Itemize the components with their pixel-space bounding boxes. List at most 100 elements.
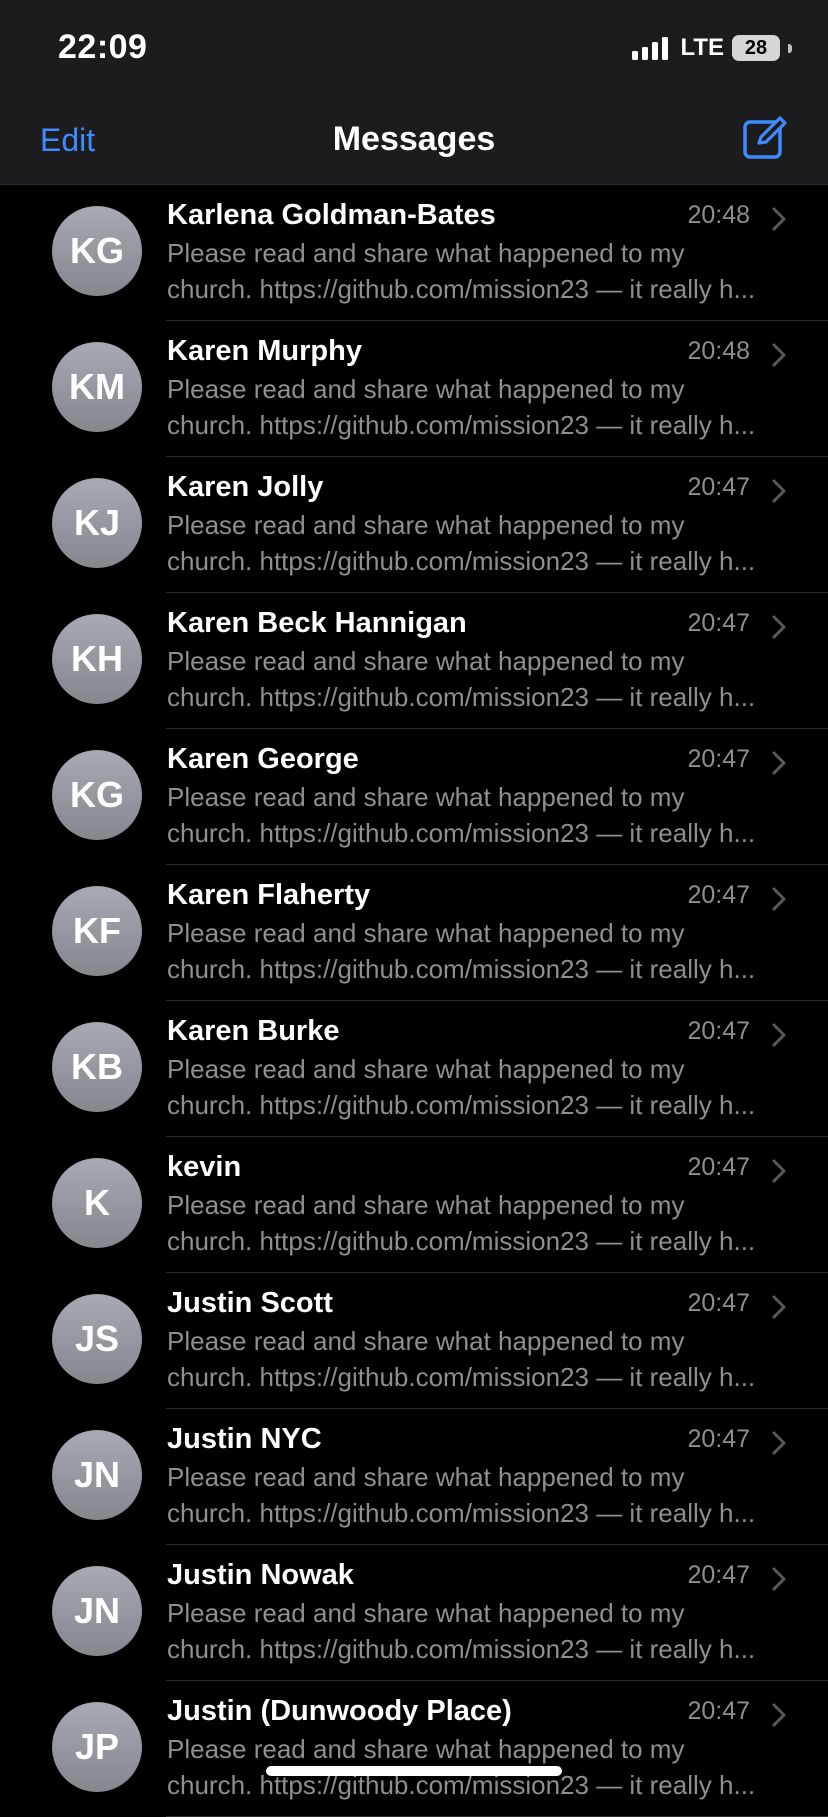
avatar: KF	[52, 886, 142, 976]
conversation-row[interactable]: KG Karen George 20:47 Please read and share…	[0, 729, 828, 865]
preview-line: Please read and share what happened to m…	[167, 238, 685, 268]
chevron-right-icon	[772, 887, 786, 911]
chevron-right-icon	[772, 479, 786, 503]
avatar: KM	[52, 342, 142, 432]
preview-line: church. https://github.com/mission23 — i…	[167, 1634, 756, 1664]
conversation-row[interactable]: KJ Karen Jolly 20:47 Please read and share …	[0, 457, 828, 593]
avatar-initials: JN	[73, 1590, 121, 1631]
conversation-row[interactable]: JN Justin Nowak 20:47 Please read and share…	[0, 1545, 828, 1681]
message-time: 20:48	[687, 201, 750, 229]
message-time: 20:47	[687, 1017, 750, 1045]
message-preview: Please read and share what happened to m…	[167, 507, 787, 579]
avatar: K	[52, 1158, 142, 1248]
message-preview: Please read and share what happened to m…	[167, 915, 787, 987]
preview-line: Please read and share what happened to m…	[167, 1326, 685, 1356]
contact-name: Justin Scott	[167, 1287, 333, 1319]
conversation-row[interactable]: KM Karen Murphy 20:48 Please read and share…	[0, 321, 828, 457]
conversation-row[interactable]: KH Karen Beck Hannigan 20:47 Please read an…	[0, 593, 828, 729]
message-time: 20:48	[687, 337, 750, 365]
message-preview: Please read and share what happened to m…	[167, 643, 787, 715]
avatar-initials: KF	[73, 910, 121, 951]
preview-line: church. https://github.com/mission23 — i…	[167, 274, 756, 304]
page-title: Messages	[332, 120, 496, 158]
preview-line: Please read and share what happened to m…	[167, 1462, 685, 1492]
contact-name: Karen Beck Hannigan	[167, 607, 467, 639]
conversation-row[interactable]: JN Justin NYC 20:47 Please read and share w…	[0, 1409, 828, 1545]
message-time: 20:47	[687, 1289, 750, 1317]
contact-name: Justin NYC	[167, 1423, 322, 1455]
conversation-row[interactable]: KG Karlena Goldman-Bates 20:48 Please read …	[0, 185, 828, 321]
compose-icon[interactable]	[742, 114, 788, 160]
message-time: 20:47	[687, 1425, 750, 1453]
contact-name: Karen Flaherty	[167, 879, 371, 911]
message-time: 20:47	[687, 1561, 750, 1589]
conversation-row[interactable]: JS Justin Scott 20:47 Please read and share…	[0, 1273, 828, 1409]
chevron-right-icon	[772, 1295, 786, 1319]
preview-line: Please read and share what happened to m…	[167, 1734, 685, 1764]
contact-name: kevin	[167, 1151, 242, 1183]
conversation-row[interactable]: Kkevin 20:47 Please read and share what ha…	[0, 1137, 828, 1273]
preview-line: Please read and share what happened to m…	[167, 646, 685, 676]
preview-line: church. https://github.com/mission23 — i…	[167, 682, 756, 712]
conversation-row[interactable]: JP Justin (Dunwoody Place) 20:47 Please rea…	[0, 1681, 828, 1817]
message-preview: Please read and share what happened to m…	[167, 1595, 787, 1667]
preview-line: church. https://github.com/mission23 — i…	[167, 1090, 756, 1120]
contact-name: Karlena Goldman-Bates	[167, 199, 496, 231]
avatar: JN	[52, 1566, 142, 1656]
avatar: KJ	[52, 478, 142, 568]
preview-line: Please read and share what happened to m…	[167, 782, 685, 812]
avatar-initials: KB	[71, 1046, 123, 1087]
avatar-initials: JP	[74, 1726, 120, 1767]
navigation-header: 22:09 LTE 28 Edit Messages	[0, 0, 828, 185]
preview-line: church. https://github.com/mission23 — i…	[167, 410, 756, 440]
avatar-initials: JS	[74, 1318, 120, 1359]
avatar: KG	[52, 206, 142, 296]
message-time: 20:47	[687, 1153, 750, 1181]
preview-line: church. https://github.com/mission23 — i…	[167, 1498, 756, 1528]
message-preview: Please read and share what happened to m…	[167, 371, 787, 443]
preview-line: church. https://github.com/mission23 — i…	[167, 1226, 756, 1256]
avatar: JS	[52, 1294, 142, 1384]
contact-name: Karen George	[167, 743, 359, 775]
network-type: LTE	[680, 34, 724, 61]
preview-line: church. https://github.com/mission23 — i…	[167, 954, 756, 984]
battery-level: 28	[744, 36, 768, 59]
avatar-initials: KM	[69, 366, 125, 407]
chevron-right-icon	[772, 615, 786, 639]
avatar: JP	[52, 1702, 142, 1792]
preview-line: church. https://github.com/mission23 — i…	[167, 1362, 756, 1392]
contact-name: Justin Nowak	[167, 1559, 354, 1591]
message-preview: Please read and share what happened to m…	[167, 779, 787, 851]
contact-name: Karen Jolly	[167, 471, 324, 503]
contact-name: Justin (Dunwoody Place)	[167, 1695, 512, 1727]
chevron-right-icon	[772, 207, 786, 231]
preview-line: church. https://github.com/mission23 — i…	[167, 546, 756, 576]
avatar: KH	[52, 614, 142, 704]
chevron-right-icon	[772, 751, 786, 775]
message-time: 20:47	[687, 745, 750, 773]
home-indicator[interactable]	[266, 1766, 562, 1776]
cellular-signal-icon	[632, 36, 669, 60]
battery-cap	[788, 43, 792, 53]
conversation-row[interactable]: KB Karen Burke 20:47 Please read and share …	[0, 1001, 828, 1137]
chevron-right-icon	[772, 1023, 786, 1047]
chevron-right-icon	[772, 1159, 786, 1183]
message-time: 20:47	[687, 609, 750, 637]
avatar-initials: KG	[70, 230, 124, 271]
message-time: 20:47	[687, 473, 750, 501]
preview-line: Please read and share what happened to m…	[167, 510, 685, 540]
message-preview: Please read and share what happened to m…	[167, 1459, 787, 1531]
status-indicators: LTE 28	[632, 34, 792, 62]
contact-name: Karen Murphy	[167, 335, 362, 367]
preview-line: Please read and share what happened to m…	[167, 1598, 685, 1628]
message-time: 20:47	[687, 881, 750, 909]
avatar-initials: JN	[73, 1454, 121, 1495]
conversation-row[interactable]: KF Karen Flaherty 20:47 Please read and sha…	[0, 865, 828, 1001]
message-preview: Please read and share what happened to m…	[167, 1187, 787, 1259]
avatar: KB	[52, 1022, 142, 1112]
battery-icon: 28	[732, 35, 780, 61]
avatar-initials: K	[84, 1182, 110, 1223]
preview-line: church. https://github.com/mission23 — i…	[167, 818, 756, 848]
status-time: 22:09	[58, 28, 148, 66]
chevron-right-icon	[772, 1567, 786, 1591]
